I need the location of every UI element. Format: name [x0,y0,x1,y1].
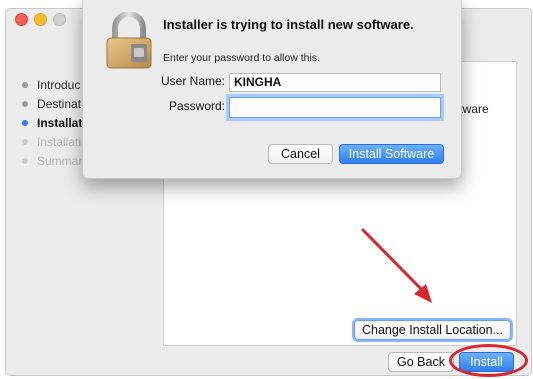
step-label: Destinat [37,96,82,111]
installer-steps: Introduc Destinat Installat Installati S… [22,75,82,170]
install-software-button[interactable]: Install Software [339,144,444,164]
window-controls [15,13,66,26]
step-installation: Installati [22,132,82,151]
dialog-subtitle: Enter your password to allow this. [163,52,320,64]
step-installation-type: Installat [22,113,82,132]
step-label: Installati [37,134,82,149]
password-label: Password: [168,99,225,113]
go-back-button[interactable]: Go Back [388,352,454,372]
authentication-dialog: Installer is trying to install new softw… [82,0,462,179]
step-label: Summar [37,153,83,168]
password-field[interactable] [229,97,441,118]
step-dot-icon [22,138,28,145]
minimize-window-button[interactable] [34,13,47,26]
dialog-title: Installer is trying to install new softw… [163,17,414,32]
step-destination: Destinat [22,94,82,113]
step-summary: Summar [22,151,82,170]
step-label: Installat [37,115,83,130]
annotation-circle [449,344,528,377]
cancel-button[interactable]: Cancel [268,144,333,164]
zoom-window-button[interactable] [53,13,66,26]
step-dot-icon [22,100,28,107]
username-label: User Name: [160,74,225,88]
step-label: Introduc [37,77,81,92]
step-dot-icon [22,157,28,164]
username-field[interactable]: KINGHA [229,73,441,92]
step-introduction: Introduc [22,75,82,94]
lock-icon [106,12,152,69]
step-dot-icon [22,119,28,126]
step-dot-icon [22,81,28,88]
close-window-button[interactable] [15,13,28,26]
change-install-location-button[interactable]: Change Install Location... [354,320,511,340]
